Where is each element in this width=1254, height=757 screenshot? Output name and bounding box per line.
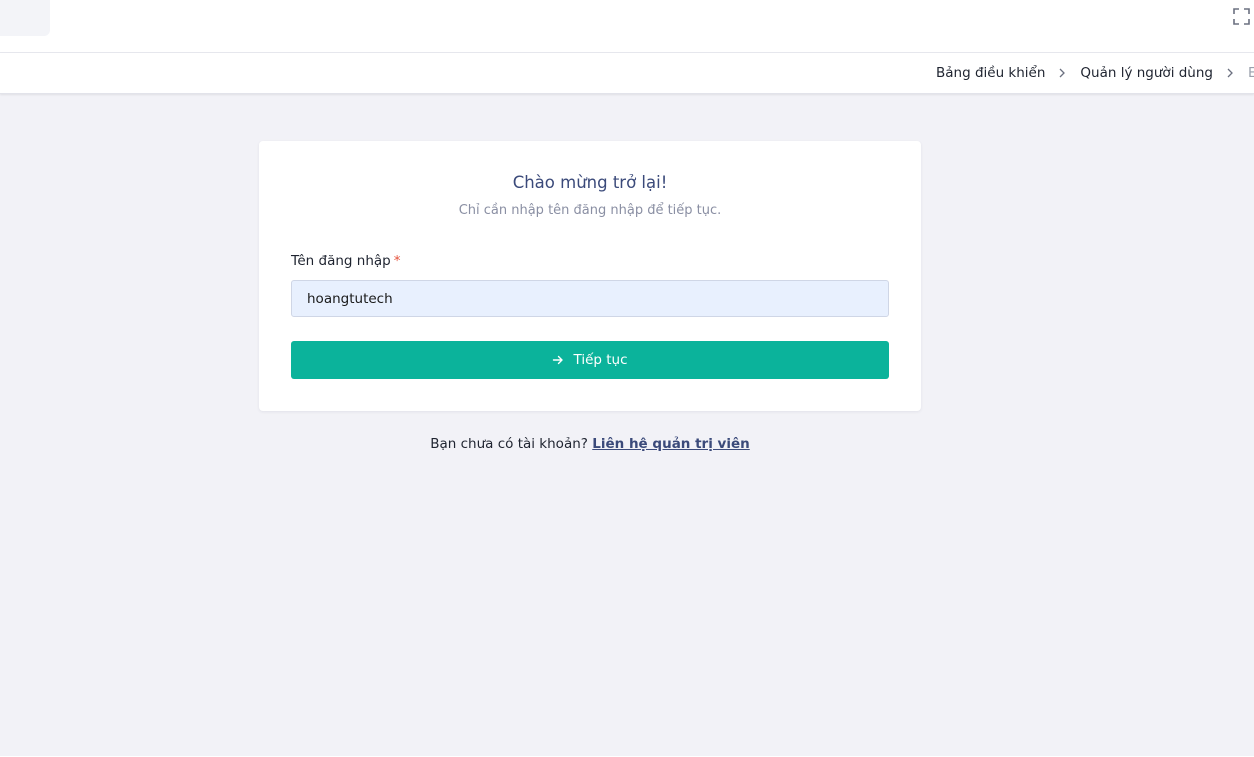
card-subtitle: Chỉ cần nhập tên đăng nhập để tiếp tục. bbox=[458, 203, 722, 218]
breadcrumb-bar: Bảng điều khiển Quản lý người dùng E bbox=[0, 53, 1254, 94]
top-header bbox=[0, 0, 1254, 53]
signup-prompt-text: Bạn chưa có tài khoản? bbox=[430, 436, 588, 452]
chevron-right-icon bbox=[1055, 66, 1069, 80]
breadcrumb-item-dashboard[interactable]: Bảng điều khiển bbox=[936, 65, 1045, 81]
continue-button-label: Tiếp tục bbox=[573, 352, 628, 368]
arrow-right-icon bbox=[552, 354, 564, 366]
username-label-text: Tên đăng nhập bbox=[291, 253, 391, 269]
required-mark: * bbox=[393, 253, 401, 269]
username-label: Tên đăng nhập * bbox=[291, 253, 400, 269]
contact-admin-link[interactable]: Liên hệ quản trị viên bbox=[592, 436, 750, 452]
chevron-right-icon bbox=[1223, 66, 1237, 80]
logo-placeholder bbox=[0, 0, 50, 36]
login-card: Chào mừng trở lại! Chỉ cần nhập tên đăng… bbox=[259, 141, 921, 411]
username-input[interactable] bbox=[291, 280, 889, 317]
signup-prompt: Bạn chưa có tài khoản? Liên hệ quản trị … bbox=[0, 436, 1180, 452]
breadcrumb-item-current: E bbox=[1248, 65, 1254, 81]
continue-button[interactable]: Tiếp tục bbox=[291, 341, 889, 379]
card-title: Chào mừng trở lại! bbox=[512, 173, 668, 192]
fullscreen-icon[interactable] bbox=[1233, 8, 1250, 25]
breadcrumb-item-user-management[interactable]: Quản lý người dùng bbox=[1080, 65, 1213, 81]
breadcrumb: Bảng điều khiển Quản lý người dùng E bbox=[936, 53, 1254, 93]
